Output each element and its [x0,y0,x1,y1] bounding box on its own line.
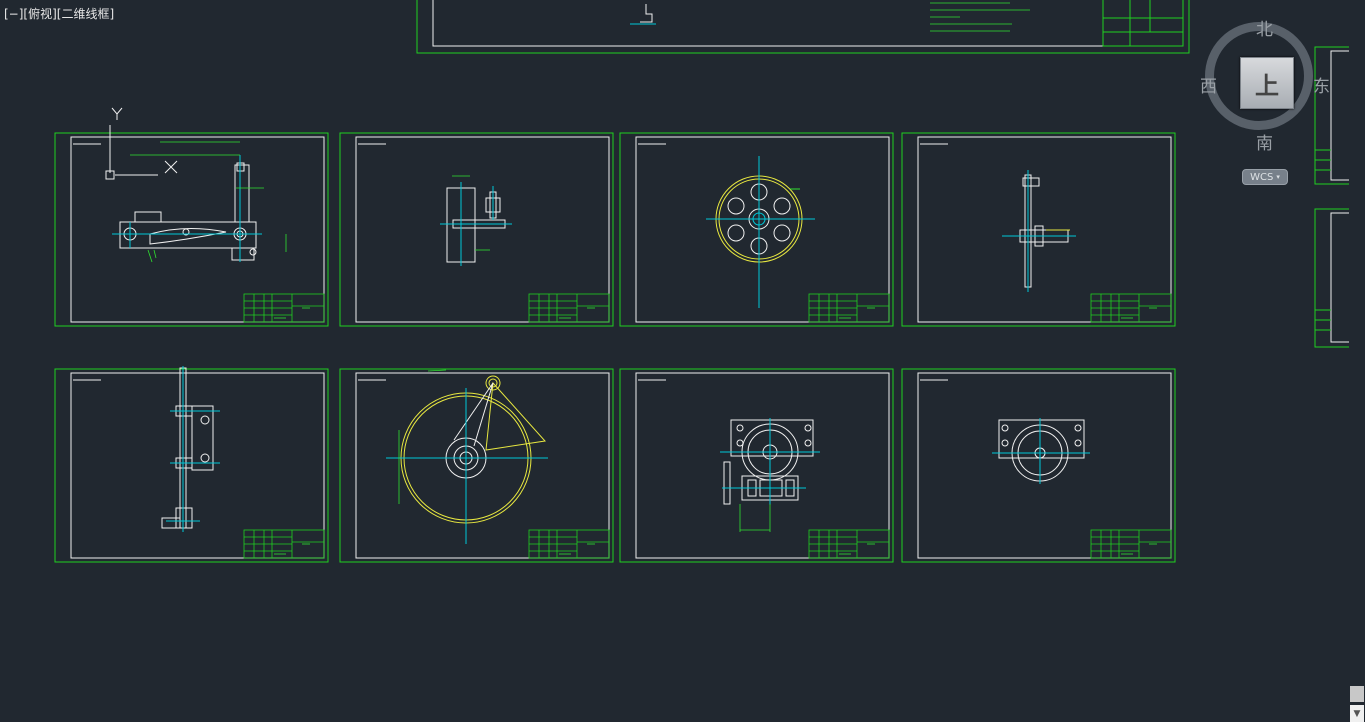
title-block [1090,529,1172,559]
title-block [243,293,325,323]
title-block [808,293,890,323]
drawing-sheet-frame[interactable] [901,368,1176,563]
drawing-shaft-section [440,175,512,266]
chevron-down-icon: ▾ [1276,173,1280,181]
drawing-cam-disc [386,369,548,544]
drawing-sheet-top[interactable] [416,0,1190,54]
title-block [528,293,610,323]
wcs-menu-button[interactable]: WCS ▾ [1242,169,1288,185]
drawing-gearbox-assembly [720,418,820,532]
drawing-sheet-frame[interactable] [619,368,894,563]
title-block [243,529,325,559]
wcs-label: WCS [1250,171,1274,183]
drawing-wheel-face [706,156,815,308]
compass-west[interactable]: 西 [1200,72,1217,97]
scrollbar-thumb[interactable] [1350,686,1364,702]
viewcube-top-face[interactable]: 上 [1240,57,1294,109]
drawing-pulley-housing [992,418,1090,484]
title-block [1090,293,1172,323]
drawing-sheet-frame[interactable] [54,132,329,327]
drawing-sheet-frame[interactable] [619,132,894,327]
drawing-vertical-shaft [1002,170,1076,292]
scroll-down-arrow-icon[interactable]: ▼ [1350,705,1364,722]
drawing-lever-assembly [112,141,287,263]
drawing-slider-column [161,366,220,532]
drawing-sheet-frame[interactable] [339,368,614,563]
viewcube-icon[interactable]: 北 南 西 东 上 WCS ▾ [1198,14,1332,194]
title-block [808,529,890,559]
title-block [528,529,610,559]
vertical-scrollbar[interactable] [1349,0,1365,722]
drawing-sheet-frame[interactable] [339,132,614,327]
model-space-canvas[interactable]: Y [0,0,1365,722]
compass-east[interactable]: 东 [1313,72,1330,97]
viewport-controls-label[interactable]: [−][俯视][二维线框] [4,5,114,22]
compass-north[interactable]: 北 [1256,15,1273,40]
compass-south[interactable]: 南 [1256,129,1273,154]
